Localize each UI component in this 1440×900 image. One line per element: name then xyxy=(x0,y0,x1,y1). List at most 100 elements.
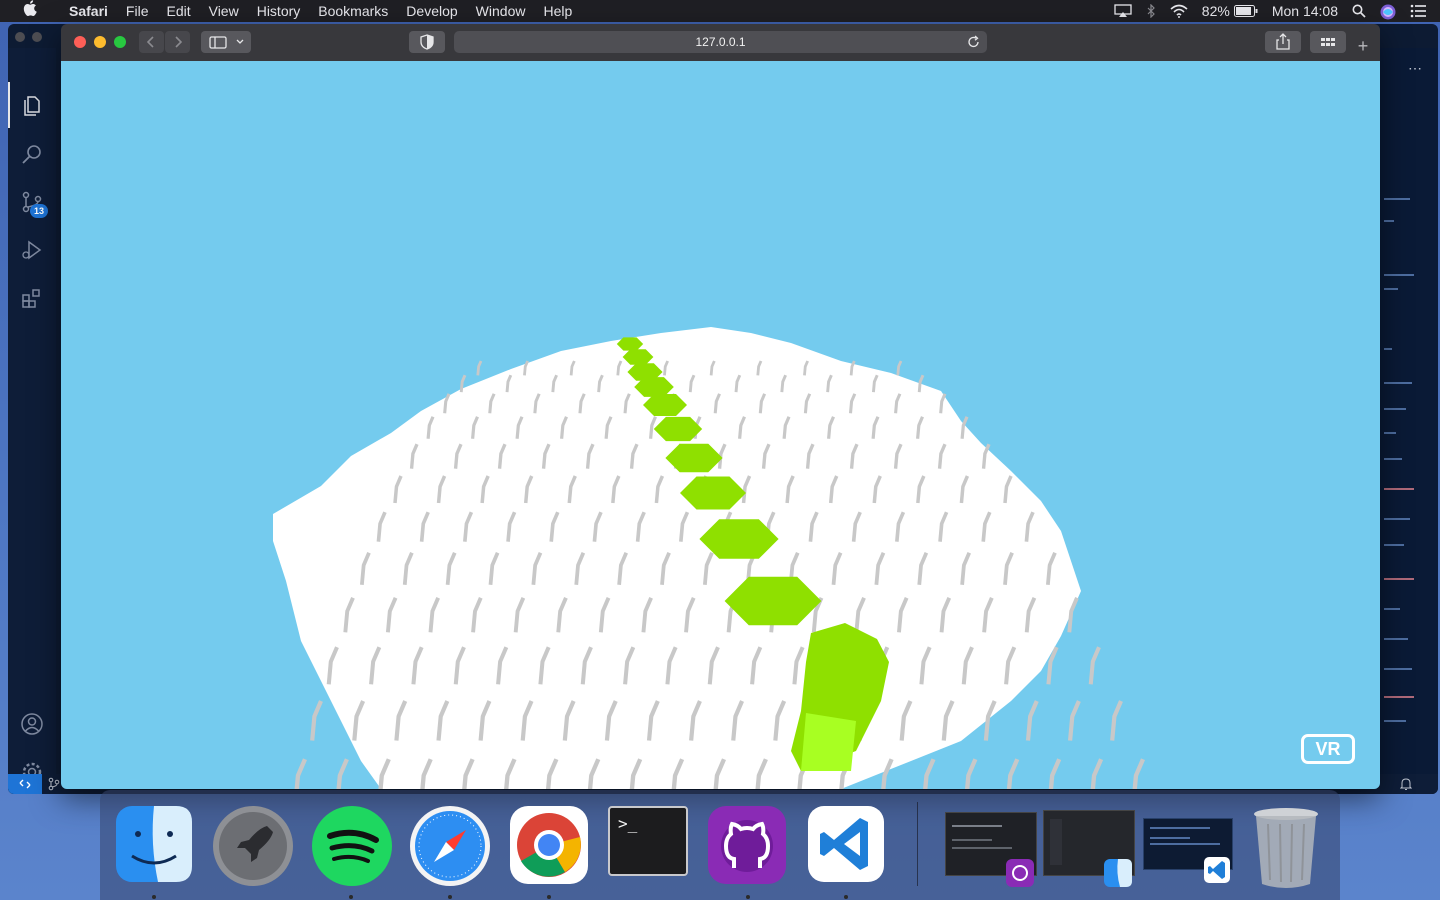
tile-shadow xyxy=(1090,758,1104,789)
more-actions-icon[interactable]: ⋯ xyxy=(1408,60,1422,77)
running-indicator xyxy=(844,895,848,899)
minimap-line xyxy=(1384,348,1392,350)
forward-button[interactable] xyxy=(165,31,190,53)
dock: >_ xyxy=(100,790,1340,900)
terminal-prompt: >_ xyxy=(618,814,638,833)
notifications-bell-icon[interactable] xyxy=(1399,777,1413,794)
tile-shadow xyxy=(964,758,978,789)
minimize-button[interactable] xyxy=(94,36,106,48)
url-text: 127.0.0.1 xyxy=(695,35,746,49)
minimap-line xyxy=(1384,518,1410,520)
tile-shadow xyxy=(923,758,936,789)
minimap-line xyxy=(1384,488,1414,490)
dock-spotify-icon[interactable] xyxy=(310,804,392,886)
dock-trash-icon[interactable] xyxy=(1250,804,1330,888)
remote-indicator-icon[interactable] xyxy=(8,774,42,794)
active-indicator xyxy=(8,82,10,128)
minimap-line xyxy=(1384,720,1406,722)
github-badge-icon xyxy=(1006,859,1034,887)
activity-bar: 13 1 xyxy=(8,48,56,794)
minimap-line xyxy=(1384,696,1414,698)
extensions-icon[interactable] xyxy=(20,286,44,310)
menu-help[interactable]: Help xyxy=(534,0,581,22)
clock[interactable]: Mon 14:08 xyxy=(1272,3,1338,19)
menu-app-name[interactable]: Safari xyxy=(60,0,117,22)
share-button[interactable] xyxy=(1265,31,1301,53)
airplay-icon[interactable] xyxy=(1114,4,1132,18)
menu-file[interactable]: File xyxy=(117,0,158,22)
reload-icon[interactable] xyxy=(967,31,981,60)
minimized-vscode-window[interactable] xyxy=(1143,818,1233,883)
vscode-badge-icon xyxy=(1204,857,1230,883)
source-control-icon[interactable]: 13 xyxy=(20,190,48,218)
zoom-button[interactable] xyxy=(114,36,126,48)
dock-vscode-icon[interactable] xyxy=(806,804,886,884)
sidebar-toggle-button[interactable] xyxy=(201,31,251,53)
address-bar[interactable]: 127.0.0.1 xyxy=(454,31,987,53)
source-control-badge: 13 xyxy=(30,204,48,218)
dock-github-desktop-icon[interactable] xyxy=(706,804,786,884)
battery-icon[interactable] xyxy=(1233,4,1258,18)
minimap-line xyxy=(1384,608,1400,610)
minimap-line xyxy=(1384,408,1406,410)
explorer-icon[interactable] xyxy=(20,94,44,118)
minimized-finder-window[interactable] xyxy=(1043,810,1135,887)
menu-history[interactable]: History xyxy=(248,0,310,22)
run-debug-icon[interactable] xyxy=(20,238,44,262)
minimap-line xyxy=(1384,638,1408,640)
raised-path-tile-side xyxy=(801,713,856,771)
siri-icon[interactable] xyxy=(1380,4,1396,20)
tile-shadow xyxy=(336,758,349,789)
close-button[interactable] xyxy=(74,36,86,48)
minimap-line xyxy=(1384,432,1396,434)
spotlight-search-icon[interactable] xyxy=(1352,4,1366,18)
running-indicator xyxy=(448,895,452,899)
menu-view[interactable]: View xyxy=(200,0,248,22)
menu-develop[interactable]: Develop xyxy=(397,0,466,22)
tile-shadow xyxy=(294,758,307,789)
minimized-github-window[interactable] xyxy=(945,812,1037,887)
tile-shadow xyxy=(1088,646,1101,685)
minimap-pane: ⋯ xyxy=(1380,48,1438,774)
dock-terminal-icon[interactable]: >_ xyxy=(607,804,688,884)
tile-shadow xyxy=(1067,700,1081,741)
minimap-line xyxy=(1384,274,1414,276)
back-button[interactable] xyxy=(139,31,164,53)
accounts-icon[interactable] xyxy=(20,712,44,736)
tile-shadow xyxy=(1048,758,1062,789)
search-icon[interactable] xyxy=(20,142,44,166)
minimap-line xyxy=(1384,668,1412,670)
menu-edit[interactable]: Edit xyxy=(157,0,199,22)
tile-shadow xyxy=(1132,758,1145,789)
minimap-line xyxy=(1384,220,1394,222)
running-indicator xyxy=(152,895,156,899)
minimap-line xyxy=(1384,458,1402,460)
dock-chrome-icon[interactable] xyxy=(508,804,588,884)
dock-safari-icon[interactable] xyxy=(408,804,490,886)
safari-toolbar: 127.0.0.1 + xyxy=(61,24,1380,62)
webgl-canvas[interactable]: VR xyxy=(61,61,1380,789)
running-indicator xyxy=(349,895,353,899)
privacy-report-shield-icon[interactable] xyxy=(409,31,445,53)
branch-icon[interactable] xyxy=(48,777,60,794)
dock-launchpad-icon[interactable] xyxy=(211,804,293,886)
battery-percent: 82% xyxy=(1201,3,1230,19)
menu-bar: Safari File Edit View History Bookmarks … xyxy=(0,0,1440,22)
vscode-close-dot[interactable] xyxy=(15,32,25,42)
tile-shadow xyxy=(1110,700,1123,741)
notification-center-icon[interactable] xyxy=(1410,4,1426,18)
tile-shadow xyxy=(310,700,323,741)
menu-bookmarks[interactable]: Bookmarks xyxy=(309,0,397,22)
safari-window[interactable]: 127.0.0.1 + VR xyxy=(61,24,1380,789)
hex-grid-scene[interactable] xyxy=(61,61,1380,789)
vr-button[interactable]: VR xyxy=(1301,734,1355,764)
tab-overview-button[interactable] xyxy=(1310,31,1346,53)
vscode-minimize-dot[interactable] xyxy=(32,32,42,42)
dock-finder-icon[interactable] xyxy=(114,804,194,884)
minimap-line xyxy=(1384,198,1410,200)
wifi-icon[interactable] xyxy=(1170,4,1188,18)
bluetooth-icon[interactable] xyxy=(1146,3,1156,19)
apple-menu-icon[interactable] xyxy=(0,0,60,23)
new-tab-plus-icon[interactable]: + xyxy=(1353,34,1373,58)
menu-window[interactable]: Window xyxy=(467,0,535,22)
